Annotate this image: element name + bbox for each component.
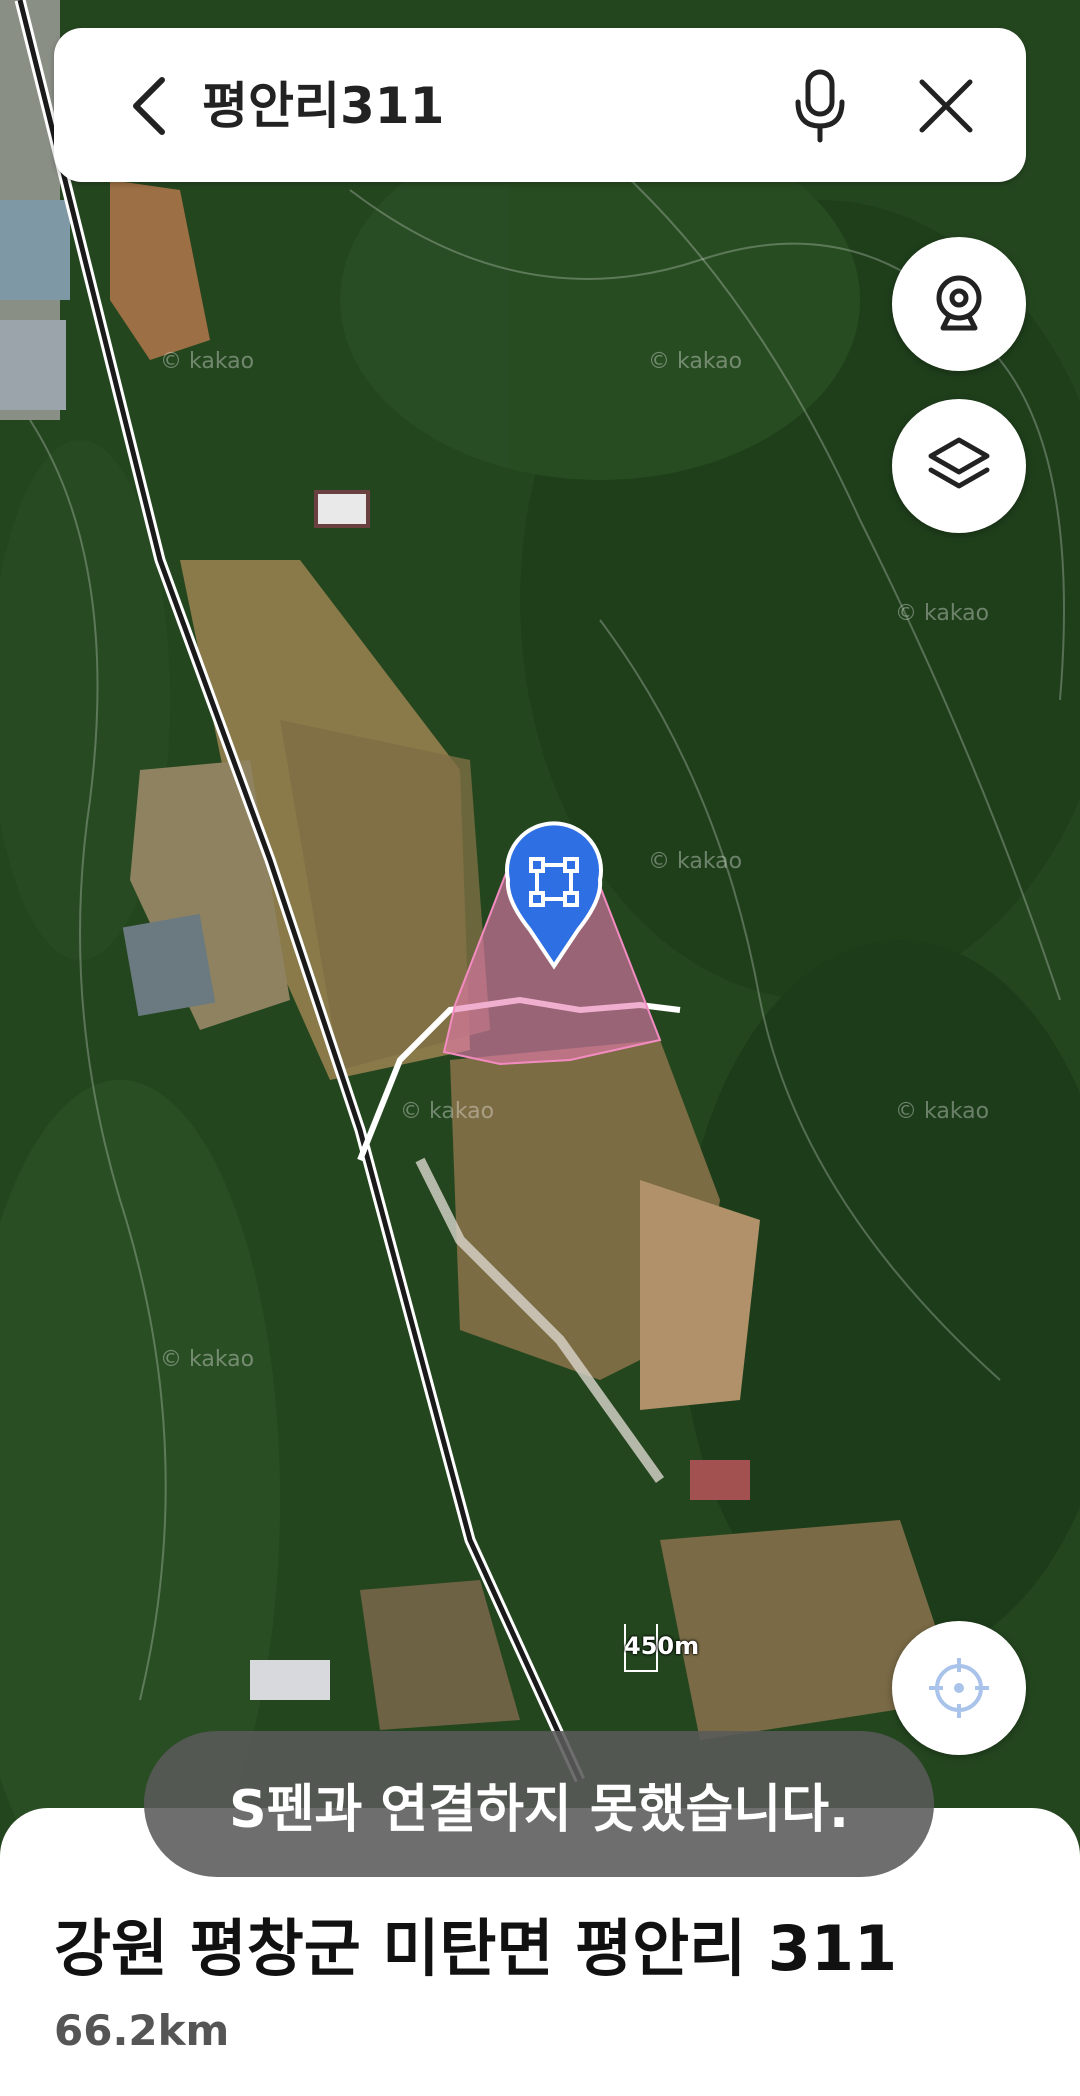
close-icon[interactable] [908,68,984,144]
map-watermark: © kakao [895,1099,989,1124]
roadview-camera-icon [936,275,982,331]
place-distance: 66.2km [54,2006,230,2055]
layers-icon [928,437,990,489]
scale-label: 450m [624,1632,700,1660]
current-location-icon [929,1658,989,1718]
back-arrow-icon[interactable] [114,68,190,144]
map-watermark: © kakao [160,349,254,374]
map-watermark: © kakao [160,1347,254,1372]
layers-button[interactable] [892,399,1026,533]
map-watermark: © kakao [400,1099,494,1124]
microphone-icon[interactable] [778,64,862,148]
map-watermark: © kakao [895,601,989,626]
roadview-button[interactable] [892,237,1026,371]
search-bar: 평안리311 [54,28,1026,182]
current-location-button[interactable] [892,1621,1026,1755]
map-watermark: © kakao [648,349,742,374]
map-watermark: © kakao [648,849,742,874]
place-address: 강원 평창군 미탄면 평안리 311 [54,1912,898,1985]
toast-message: S펜과 연결하지 못했습니다. [144,1731,934,1877]
search-query-text[interactable]: 평안리311 [202,68,444,144]
